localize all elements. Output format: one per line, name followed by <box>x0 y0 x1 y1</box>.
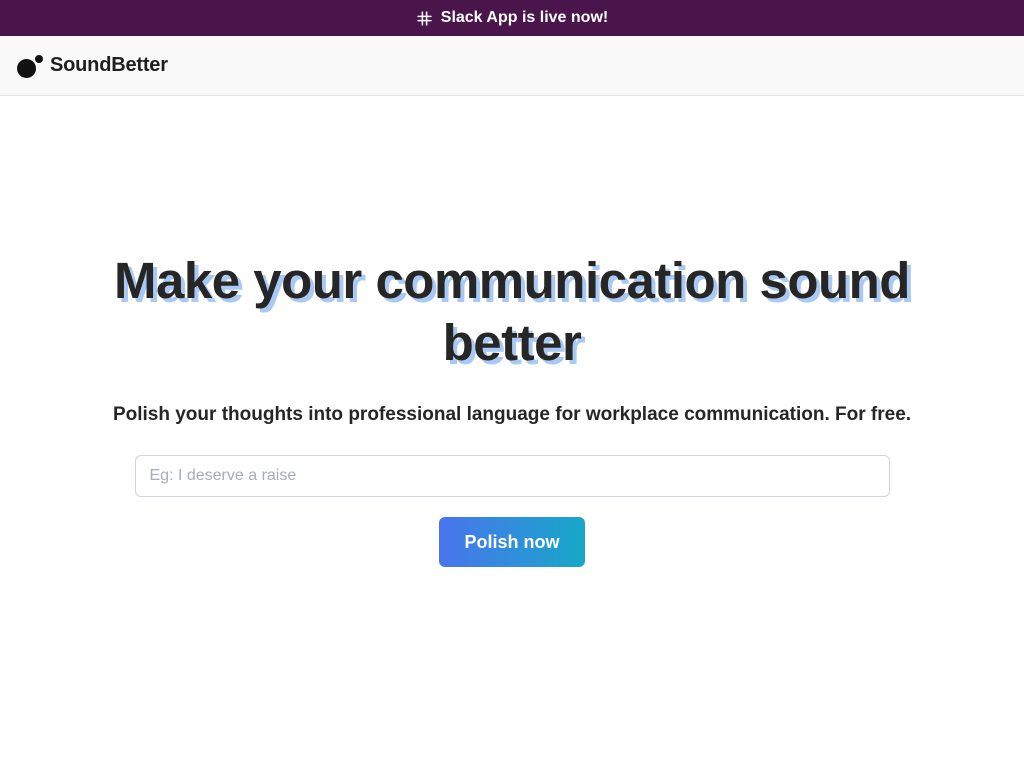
brand-link[interactable]: SoundBetter <box>17 54 168 78</box>
brand-name: SoundBetter <box>50 54 168 76</box>
message-input[interactable] <box>134 455 890 497</box>
announcement-bar[interactable]: Slack App is live now! <box>0 0 1024 36</box>
slack-icon <box>416 10 433 27</box>
soundbetter-logo-icon <box>17 54 43 78</box>
top-navbar: SoundBetter <box>0 36 1024 96</box>
hero-subtitle: Polish your thoughts into professional l… <box>112 404 912 425</box>
polish-now-button[interactable]: Polish now <box>439 517 585 567</box>
hero-headline: Make your communication sound better <box>114 252 910 371</box>
hero-section: Make your communication sound better Pol… <box>0 250 1024 567</box>
announcement-text: Slack App is live now! <box>440 9 609 26</box>
